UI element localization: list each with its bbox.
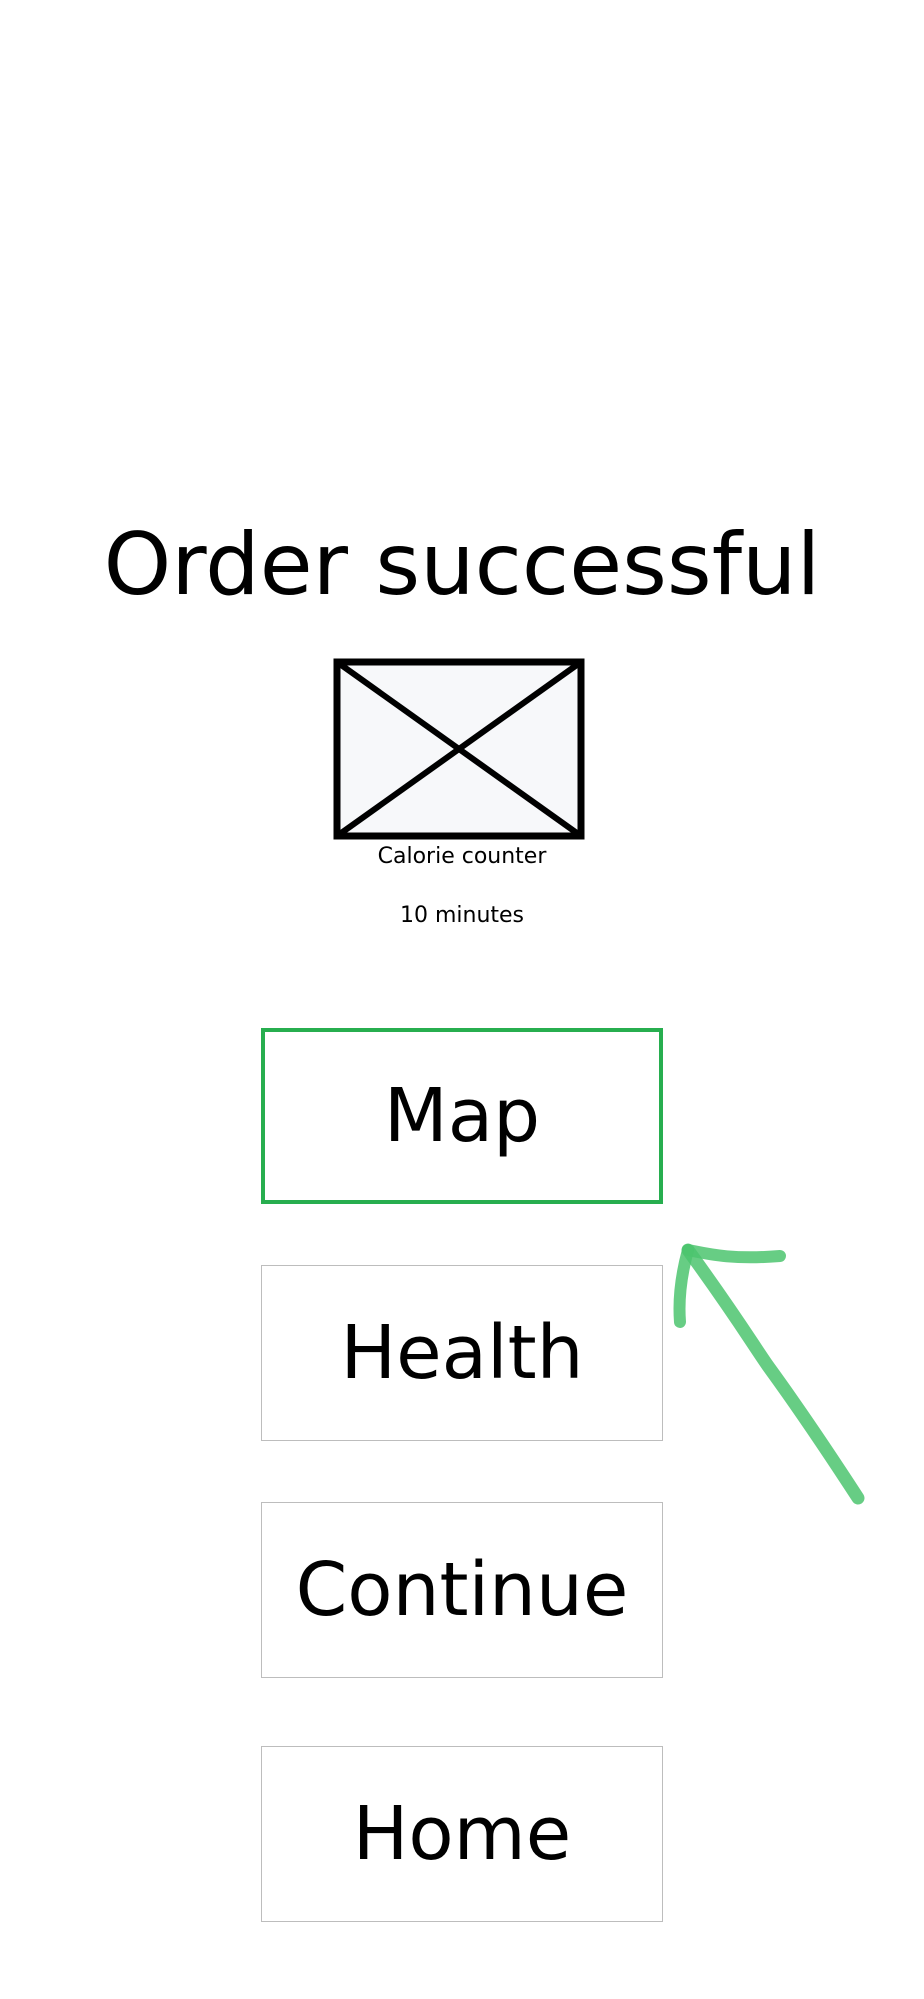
product-name: Calorie counter	[377, 844, 547, 869]
home-button[interactable]: Home	[261, 1746, 663, 1922]
health-button[interactable]: Health	[261, 1265, 663, 1441]
delivery-time: 10 minutes	[399, 903, 525, 928]
page-title: Order successful	[103, 515, 821, 615]
arrow-annotation-icon	[660, 1220, 880, 1520]
continue-button[interactable]: Continue	[261, 1502, 663, 1678]
image-placeholder-icon	[333, 658, 585, 840]
map-button[interactable]: Map	[261, 1028, 663, 1204]
